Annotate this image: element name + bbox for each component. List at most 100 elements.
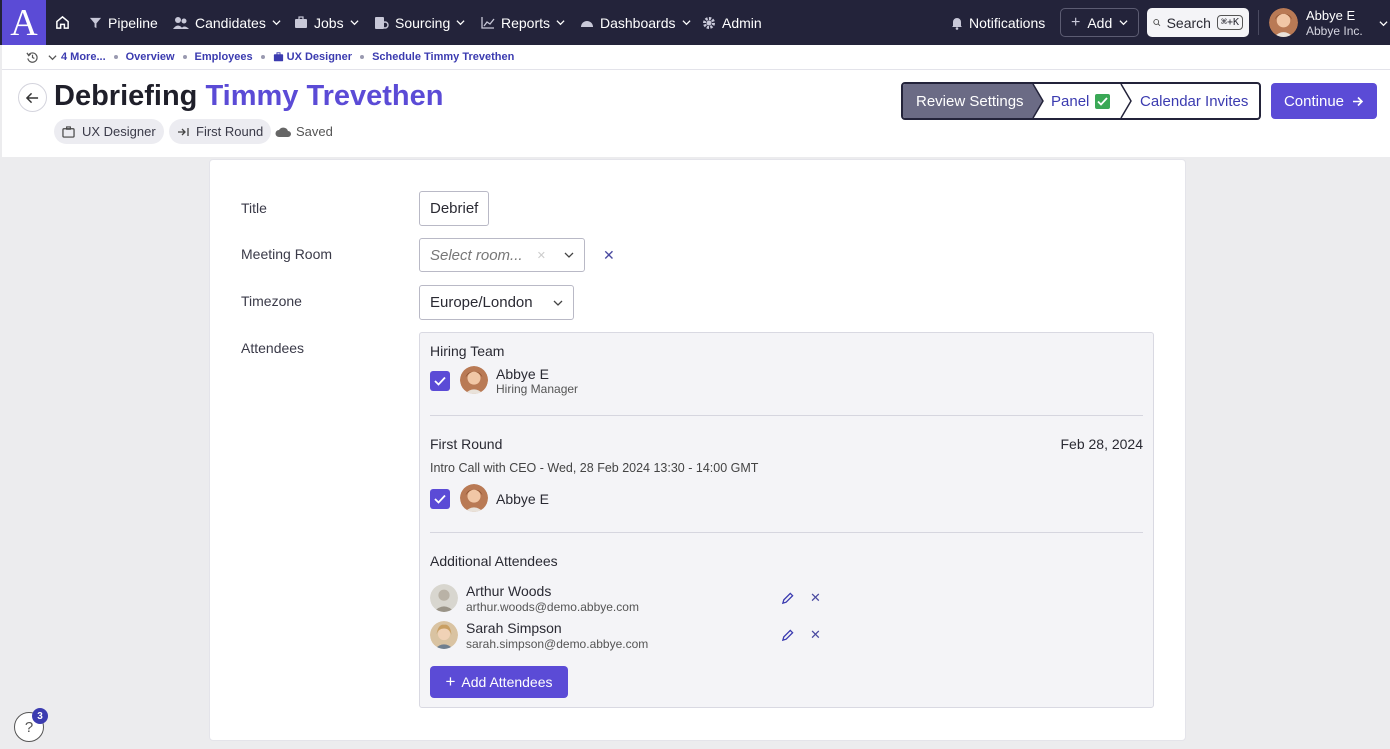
add-attendees-button[interactable]: + Add Attendees [430, 666, 568, 698]
chevron-down-icon [272, 20, 281, 26]
briefcase-icon [295, 16, 307, 28]
people-icon [173, 16, 189, 29]
gear-icon [703, 16, 715, 29]
nav-candidates[interactable]: Candidates [173, 0, 281, 45]
help-badge: 3 [32, 708, 48, 724]
meeting-room-placeholder: Select room... [430, 246, 523, 264]
nav-admin[interactable]: Admin [702, 0, 762, 45]
step-calendar-invites[interactable]: Calendar Invites [1140, 84, 1248, 118]
clear-room-icon[interactable]: ✕ [603, 247, 615, 264]
plus-icon: + [445, 672, 456, 691]
check-icon [434, 376, 446, 386]
add-attendees-label: Add Attendees [461, 674, 553, 690]
history-icon[interactable] [26, 51, 39, 64]
step-panel[interactable]: Panel [1051, 84, 1111, 118]
attendees-panel: Hiring Team Abbye E Hiring Manager First… [419, 332, 1154, 708]
plus-icon: + [1071, 13, 1081, 31]
breadcrumb-schedule[interactable]: Schedule Timmy Trevethen [372, 51, 514, 63]
pencil-icon[interactable] [781, 629, 794, 642]
additional-attendees-title: Additional Attendees [430, 553, 558, 569]
breadcrumb-overview[interactable]: Overview [126, 51, 175, 63]
attendee-name: Arthur Woods [466, 583, 552, 599]
chevron-down-icon [1379, 21, 1388, 27]
app-logo[interactable]: A [2, 0, 46, 45]
notifications-label: Notifications [969, 14, 1046, 31]
nav-dashboards[interactable]: Dashboards [580, 0, 691, 45]
pencil-icon[interactable] [781, 592, 794, 605]
search-button[interactable]: Search ⌘+K [1147, 8, 1249, 37]
back-button[interactable] [18, 83, 47, 112]
chevron-down-icon [350, 20, 359, 26]
chart-line-icon [481, 17, 495, 29]
step-review-settings[interactable]: Review Settings [916, 84, 1024, 118]
gauge-icon [581, 21, 593, 27]
timezone-select[interactable]: Europe/London [419, 285, 574, 320]
meeting-room-select[interactable]: Select room... ✕ [419, 238, 585, 272]
check-square-icon [1095, 93, 1111, 109]
add-label: Add [1087, 14, 1113, 31]
hiring-team-checkbox[interactable] [430, 371, 450, 391]
filter-icon [89, 17, 102, 29]
title-label: Title [241, 200, 267, 216]
nav-pipeline-label: Pipeline [108, 14, 158, 31]
step-forward-icon [178, 127, 189, 136]
bell-icon [952, 17, 962, 30]
add-button[interactable]: + Add [1060, 8, 1140, 37]
step-panel-label: Panel [1051, 92, 1090, 110]
breadcrumb-separator [360, 55, 365, 59]
list-item: Sarah Simpson sarah.simpson@demo.abbye.c… [420, 615, 1155, 653]
clear-icon[interactable]: ✕ [537, 249, 546, 262]
attendee-email: sarah.simpson@demo.abbye.com [466, 637, 649, 651]
user-name: Abbye E [1306, 8, 1356, 23]
avatar [1269, 8, 1298, 37]
breadcrumb-employees[interactable]: Employees [195, 51, 253, 63]
avatar [430, 621, 458, 649]
nav-reports[interactable]: Reports [481, 0, 565, 45]
title-input[interactable]: Debrief [419, 191, 489, 226]
workflow-stepper: Review Settings Panel Calendar Invites [901, 82, 1261, 120]
nav-sourcing[interactable]: Sourcing [374, 0, 465, 45]
first-round-checkbox[interactable] [430, 489, 450, 509]
page-title-candidate[interactable]: Timmy Trevethen [205, 80, 443, 112]
question-icon: ? [24, 718, 34, 736]
chevron-down-icon[interactable] [48, 53, 57, 62]
nav-reports-label: Reports [501, 14, 551, 31]
home-icon [56, 15, 69, 29]
breadcrumb-more[interactable]: 4 More... [61, 51, 106, 63]
job-chip[interactable]: UX Designer [54, 119, 164, 144]
remove-attendee-icon[interactable]: ✕ [810, 627, 821, 643]
top-nav: A Pipeline Candidates Jobs Sourcing Repo… [0, 0, 1390, 45]
saved-label: Saved [296, 124, 333, 139]
check-icon [434, 494, 446, 504]
section-divider [430, 415, 1143, 416]
continue-button[interactable]: Continue [1271, 83, 1377, 119]
first-round-date: Feb 28, 2024 [1060, 436, 1143, 452]
list-item: Arthur Woods arthur.woods@demo.abbye.com… [420, 578, 1155, 616]
chevron-down-icon [553, 300, 563, 306]
stage-chip[interactable]: First Round [169, 119, 272, 144]
nav-divider [1258, 10, 1259, 35]
first-round-title: First Round [430, 436, 503, 452]
nav-jobs[interactable]: Jobs [294, 0, 359, 45]
briefcase-icon [62, 125, 75, 138]
nav-pipeline[interactable]: Pipeline [89, 0, 158, 45]
home-link[interactable] [55, 0, 70, 45]
search-icon [1153, 19, 1161, 27]
breadcrumb: 4 More... Overview Employees UX Designer… [2, 45, 1390, 70]
first-round-person-name: Abbye E [496, 491, 549, 507]
hiring-team-title: Hiring Team [430, 343, 505, 359]
saved-status: Saved [275, 119, 333, 144]
arrow-left-icon [26, 92, 39, 103]
first-round-event: Intro Call with CEO - Wed, 28 Feb 2024 1… [430, 461, 759, 475]
remove-attendee-icon[interactable]: ✕ [810, 590, 821, 606]
attendee-name: Sarah Simpson [466, 620, 562, 636]
chevron-down-icon [681, 20, 691, 26]
nav-sourcing-label: Sourcing [395, 14, 451, 31]
user-menu[interactable]: Abbye E Abbye Inc. [1269, 8, 1390, 38]
breadcrumb-ux-designer[interactable]: UX Designer [287, 51, 352, 63]
cloud-check-icon [275, 127, 291, 137]
notifications-button[interactable]: Notifications [951, 0, 1045, 45]
section-divider [430, 532, 1143, 533]
breadcrumb-separator [113, 55, 118, 59]
nav-jobs-label: Jobs [314, 14, 344, 31]
